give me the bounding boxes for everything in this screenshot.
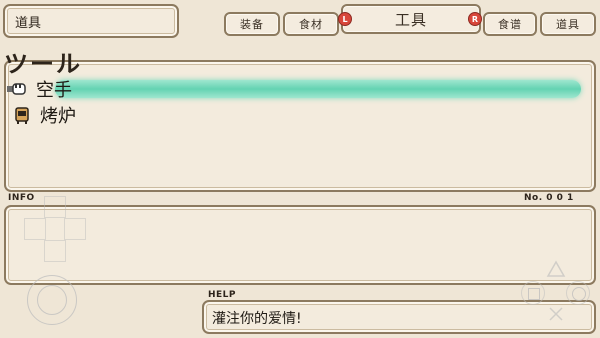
- item-number: No. 0 0 1: [524, 193, 574, 203]
- list-item[interactable]: 烤炉: [14, 104, 76, 127]
- list-title: ツール: [4, 50, 82, 78]
- category-panel: 道具: [3, 4, 179, 38]
- tab-equipment-label: 装备: [240, 18, 264, 31]
- help-panel: 灌注你的爱情!: [202, 300, 596, 334]
- triangle-button[interactable]: [545, 258, 567, 280]
- tab-equipment[interactable]: 装备: [224, 12, 280, 36]
- tab-tools[interactable]: 工具: [341, 4, 481, 34]
- stove-icon: [14, 106, 30, 124]
- dpad-overlay[interactable]: [22, 196, 88, 262]
- hand-icon: [6, 81, 28, 97]
- item-label: 空手: [36, 80, 72, 101]
- circle-button[interactable]: [566, 281, 590, 305]
- l-trigger-badge: L: [338, 12, 352, 26]
- help-label: HELP: [208, 290, 237, 300]
- tab-ingredients-label: 食材: [299, 18, 323, 31]
- tab-ingredients[interactable]: 食材: [283, 12, 339, 36]
- square-button[interactable]: [521, 281, 545, 305]
- help-text: 灌注你的爱情!: [212, 311, 302, 327]
- tab-recipes-label: 食谱: [498, 18, 522, 31]
- analog-stick[interactable]: [27, 275, 77, 325]
- cross-icon: [549, 307, 563, 321]
- tab-recipes[interactable]: 食谱: [483, 12, 537, 36]
- dpad-down-button[interactable]: [44, 240, 66, 262]
- square-icon: [528, 288, 540, 300]
- tab-items-label: 道具: [556, 18, 580, 31]
- r-trigger-badge: R: [468, 12, 482, 26]
- tab-tools-label: 工具: [394, 10, 427, 29]
- dpad-up-button[interactable]: [44, 196, 66, 218]
- list-item[interactable]: 空手: [6, 78, 72, 101]
- cross-button[interactable]: [545, 303, 567, 325]
- circle-icon: [572, 287, 586, 301]
- info-panel: [4, 205, 596, 285]
- tab-items[interactable]: 道具: [540, 12, 596, 36]
- selection-highlight: [55, 80, 581, 98]
- triangle-icon: [546, 260, 566, 277]
- category-label: 道具: [15, 16, 42, 31]
- dpad-right-button[interactable]: [64, 218, 86, 240]
- item-label: 烤炉: [40, 106, 76, 127]
- dpad-left-button[interactable]: [24, 218, 46, 240]
